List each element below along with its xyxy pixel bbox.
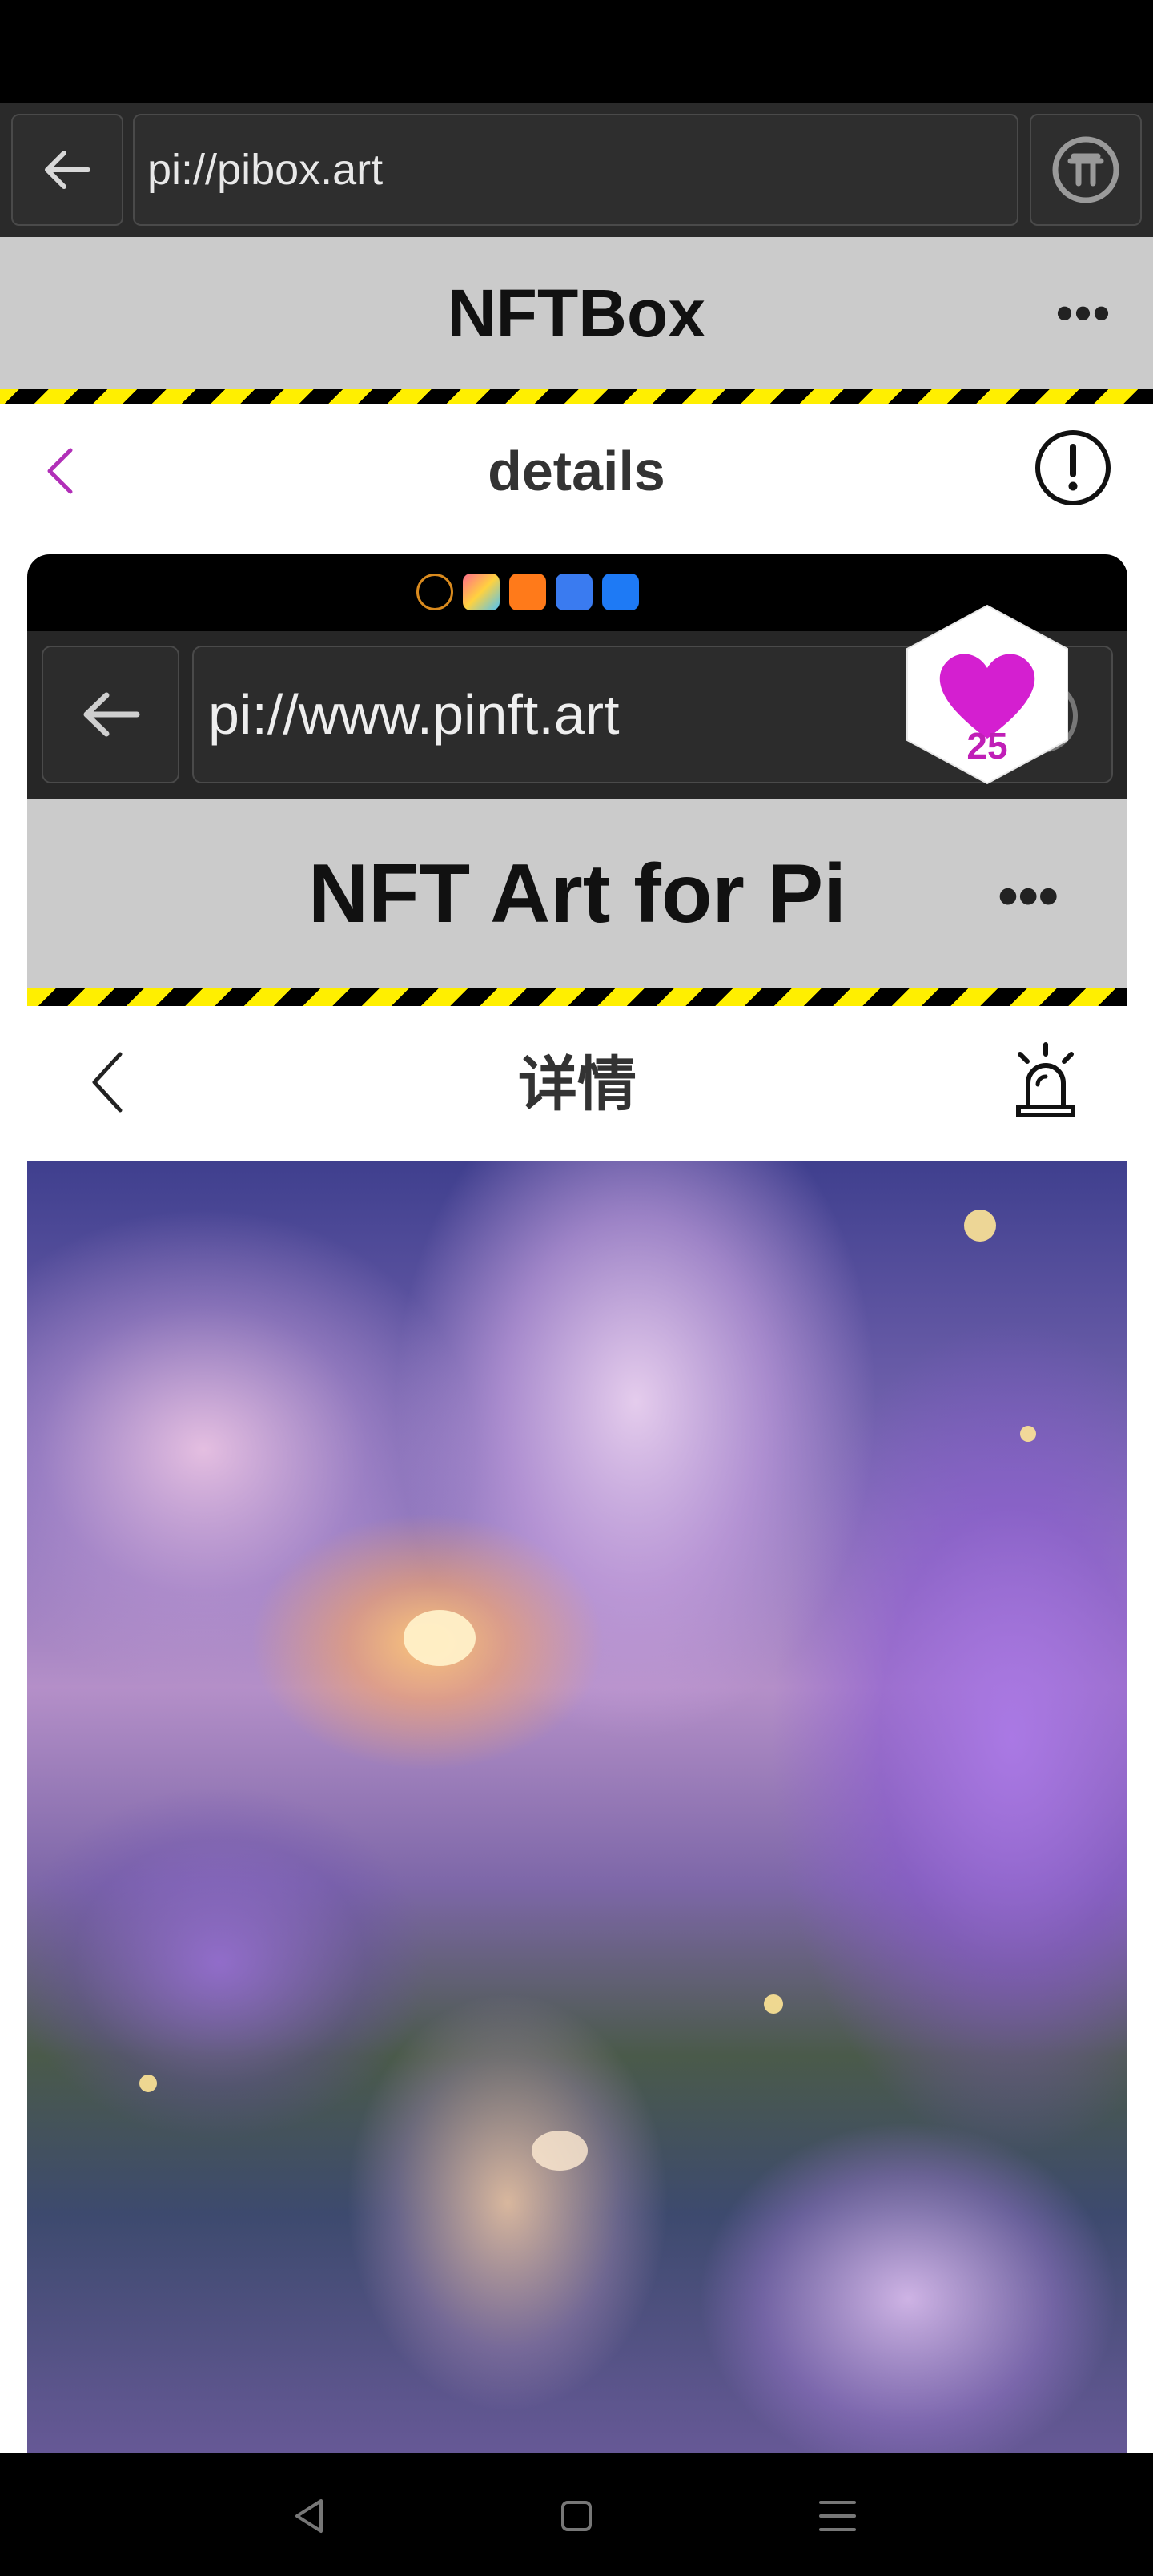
nft-artwork-image[interactable]	[27, 1161, 1127, 2477]
like-count: 25	[966, 725, 1008, 767]
artwork-light	[404, 1610, 476, 1666]
menu-lines-icon	[819, 2501, 856, 2531]
pi-browser-button[interactable]	[1030, 114, 1142, 226]
nft-image-card[interactable]: pi://www.pinft.art NFT Art for Pi ••• 详情	[27, 554, 1127, 2477]
artwork-light	[764, 1994, 783, 2014]
alarm-siren-icon	[1016, 1042, 1075, 1117]
details-page: details pi://www.pinft.art NFT Art for P…	[0, 404, 1153, 2477]
app-title: NFTBox	[448, 276, 705, 351]
artwork-light	[1020, 1426, 1036, 1442]
browser-url-field[interactable]: pi://pibox.art	[133, 114, 1018, 226]
system-nav-bar	[0, 2453, 1153, 2576]
music-app-icon	[556, 574, 593, 610]
pi-logo-icon	[1052, 136, 1119, 203]
embedded-hazard-stripe	[27, 988, 1127, 1006]
back-triangle-icon	[295, 2499, 323, 2533]
like-badge[interactable]: 25	[895, 602, 1079, 787]
bulb-app-icon	[602, 574, 639, 610]
nav-back-button[interactable]	[277, 2488, 341, 2544]
home-square-icon	[561, 2501, 592, 2531]
nav-home-button[interactable]	[544, 2488, 609, 2544]
embedded-page-title: 详情	[518, 1051, 637, 1117]
more-menu-button[interactable]: •••	[1056, 285, 1111, 340]
status-bar	[0, 0, 1153, 103]
embedded-page-nav: 详情	[27, 1006, 1127, 1161]
arrow-left-icon	[45, 151, 90, 189]
arrow-left-icon	[83, 692, 140, 737]
paint-app-icon	[463, 574, 500, 610]
embedded-app-header: NFT Art for Pi •••	[27, 799, 1127, 988]
game-icon	[416, 574, 453, 610]
hazard-stripe-divider	[0, 389, 1153, 404]
artwork-light	[139, 2075, 157, 2092]
artwork-light	[532, 2131, 588, 2171]
video-app-icon	[509, 574, 546, 610]
status-app-icons	[416, 574, 639, 610]
embedded-more-menu: •••	[998, 864, 1059, 928]
nav-menu-button[interactable]	[805, 2488, 870, 2544]
artwork-light	[964, 1210, 996, 1242]
app-header: NFTBox •••	[0, 237, 1153, 389]
embedded-app-title: NFT Art for Pi	[307, 847, 847, 940]
report-info-icon[interactable]	[1033, 428, 1113, 508]
browser-back-button[interactable]	[11, 114, 123, 226]
embedded-back-button	[42, 646, 179, 783]
page-title: details	[488, 440, 665, 502]
browser-toolbar: pi://pibox.art	[0, 103, 1153, 237]
